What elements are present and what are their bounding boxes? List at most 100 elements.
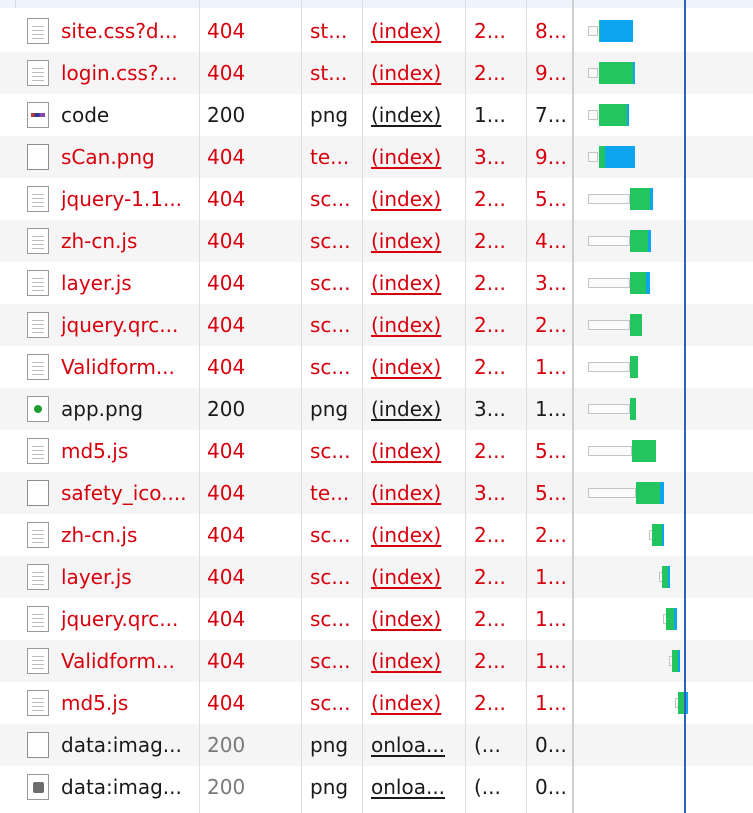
column-divider[interactable] [362, 0, 363, 813]
table-row[interactable]: md5.js 404 sc... (index) 2... 5... [0, 430, 753, 472]
request-time: 1... [535, 607, 567, 631]
table-row[interactable]: login.css?... 404 st... (index) 2... 9... [0, 52, 753, 94]
initiator-link[interactable]: (index) [371, 136, 457, 178]
request-name[interactable]: Validform... [61, 346, 189, 388]
request-type: te... [310, 145, 350, 169]
status-code: 404 [207, 271, 246, 295]
header-divider [15, 0, 16, 8]
transfer-size: 1... [474, 103, 506, 127]
request-name[interactable]: sCan.png [61, 136, 189, 178]
table-header-edge [0, 0, 753, 8]
request-name[interactable]: layer.js [61, 262, 189, 304]
transfer-size: 2... [474, 607, 506, 631]
request-name[interactable]: code [61, 94, 189, 136]
request-type: sc... [310, 607, 351, 631]
status-code: 404 [207, 355, 246, 379]
column-divider[interactable] [465, 0, 466, 813]
status-code: 404 [207, 523, 246, 547]
blank-doc-icon [27, 144, 49, 170]
initiator-link[interactable]: (index) [371, 682, 457, 724]
network-request-table: site.css?d... 404 st... (index) 2... 8... logi… [0, 0, 753, 813]
table-row[interactable]: zh-cn.js 404 sc... (index) 2... 4... [0, 220, 753, 262]
request-name[interactable]: data:imag... [61, 766, 189, 808]
doc-icon [27, 564, 49, 590]
transfer-size: 2... [474, 523, 506, 547]
doc-icon [27, 312, 49, 338]
request-name[interactable]: zh-cn.js [61, 514, 189, 556]
initiator-link[interactable]: (index) [371, 430, 457, 472]
initiator-link[interactable]: (index) [371, 304, 457, 346]
request-name[interactable]: safety_ico.... [61, 472, 189, 514]
status-code: 404 [207, 313, 246, 337]
initiator-link[interactable]: onloa... [371, 724, 457, 766]
column-divider[interactable] [301, 0, 302, 813]
request-time: 1... [535, 397, 567, 421]
transfer-size: 3... [474, 145, 506, 169]
initiator-link[interactable]: onloa... [371, 766, 457, 808]
doc-icon [27, 522, 49, 548]
table-row[interactable]: md5.js 404 sc... (index) 2... 1... [0, 682, 753, 724]
request-name[interactable]: data:imag... [61, 724, 189, 766]
table-row[interactable]: code 200 png (index) 1... 7... [0, 94, 753, 136]
table-row[interactable]: jquery.qrc... 404 sc... (index) 2... 1... [0, 598, 753, 640]
blank-doc-icon [27, 732, 49, 758]
blank-doc-icon [27, 480, 49, 506]
table-row[interactable]: jquery-1.1... 404 sc... (index) 2... 5... [0, 178, 753, 220]
request-type: png [310, 103, 349, 127]
initiator-link[interactable]: (index) [371, 94, 457, 136]
table-row[interactable]: sCan.png 404 te... (index) 3... 9... [0, 136, 753, 178]
request-type: sc... [310, 649, 351, 673]
status-code: 404 [207, 481, 246, 505]
table-row[interactable]: Validform... 404 sc... (index) 2... 1... [0, 346, 753, 388]
table-row[interactable]: site.css?d... 404 st... (index) 2... 8... [0, 10, 753, 52]
initiator-link[interactable]: (index) [371, 598, 457, 640]
request-name[interactable]: site.css?d... [61, 10, 189, 52]
transfer-size: 3... [474, 397, 506, 421]
transfer-size: 2... [474, 649, 506, 673]
doc-icon [27, 438, 49, 464]
initiator-link[interactable]: (index) [371, 178, 457, 220]
request-name[interactable]: zh-cn.js [61, 220, 189, 262]
request-name[interactable]: jquery.qrc... [61, 304, 189, 346]
transfer-size: 2... [474, 61, 506, 85]
request-name[interactable]: Validform... [61, 640, 189, 682]
request-type: sc... [310, 439, 351, 463]
table-row[interactable]: data:imag... 200 png onloa... (... 0... [0, 724, 753, 766]
request-name[interactable]: jquery.qrc... [61, 598, 189, 640]
table-row[interactable]: data:imag... 200 png onloa... (... 0... [0, 766, 753, 808]
request-name[interactable]: jquery-1.1... [61, 178, 189, 220]
table-row[interactable]: layer.js 404 sc... (index) 2... 3... [0, 262, 753, 304]
request-name[interactable]: app.png [61, 388, 189, 430]
initiator-link[interactable]: (index) [371, 220, 457, 262]
doc-icon [27, 648, 49, 674]
request-name[interactable]: login.css?... [61, 52, 189, 94]
doc-icon [27, 690, 49, 716]
column-divider[interactable] [199, 0, 200, 813]
initiator-link[interactable]: (index) [371, 556, 457, 598]
table-row[interactable]: layer.js 404 sc... (index) 2... 1... [0, 556, 753, 598]
request-name[interactable]: md5.js [61, 430, 189, 472]
table-row[interactable]: app.png 200 png (index) 3... 1... [0, 388, 753, 430]
initiator-link[interactable]: (index) [371, 388, 457, 430]
request-type: te... [310, 481, 350, 505]
table-row[interactable]: zh-cn.js 404 sc... (index) 2... 2... [0, 514, 753, 556]
doc-icon [27, 606, 49, 632]
initiator-link[interactable]: (index) [371, 514, 457, 556]
request-time: 5... [535, 187, 567, 211]
initiator-link[interactable]: (index) [371, 346, 457, 388]
table-row[interactable]: jquery.qrc... 404 sc... (index) 2... 2... [0, 304, 753, 346]
initiator-link[interactable]: (index) [371, 472, 457, 514]
initiator-link[interactable]: (index) [371, 640, 457, 682]
table-row[interactable]: safety_ico.... 404 te... (index) 3... 5... [0, 472, 753, 514]
initiator-link[interactable]: (index) [371, 52, 457, 94]
initiator-link[interactable]: (index) [371, 10, 457, 52]
table-row[interactable]: Validform... 404 sc... (index) 2... 1... [0, 640, 753, 682]
request-name[interactable]: md5.js [61, 682, 189, 724]
initiator-link[interactable]: (index) [371, 262, 457, 304]
status-code: 200 [207, 103, 246, 127]
column-divider[interactable] [572, 0, 574, 813]
request-name[interactable]: layer.js [61, 556, 189, 598]
transfer-size: 3... [474, 481, 506, 505]
column-divider[interactable] [526, 0, 527, 813]
request-time: 2... [535, 313, 567, 337]
